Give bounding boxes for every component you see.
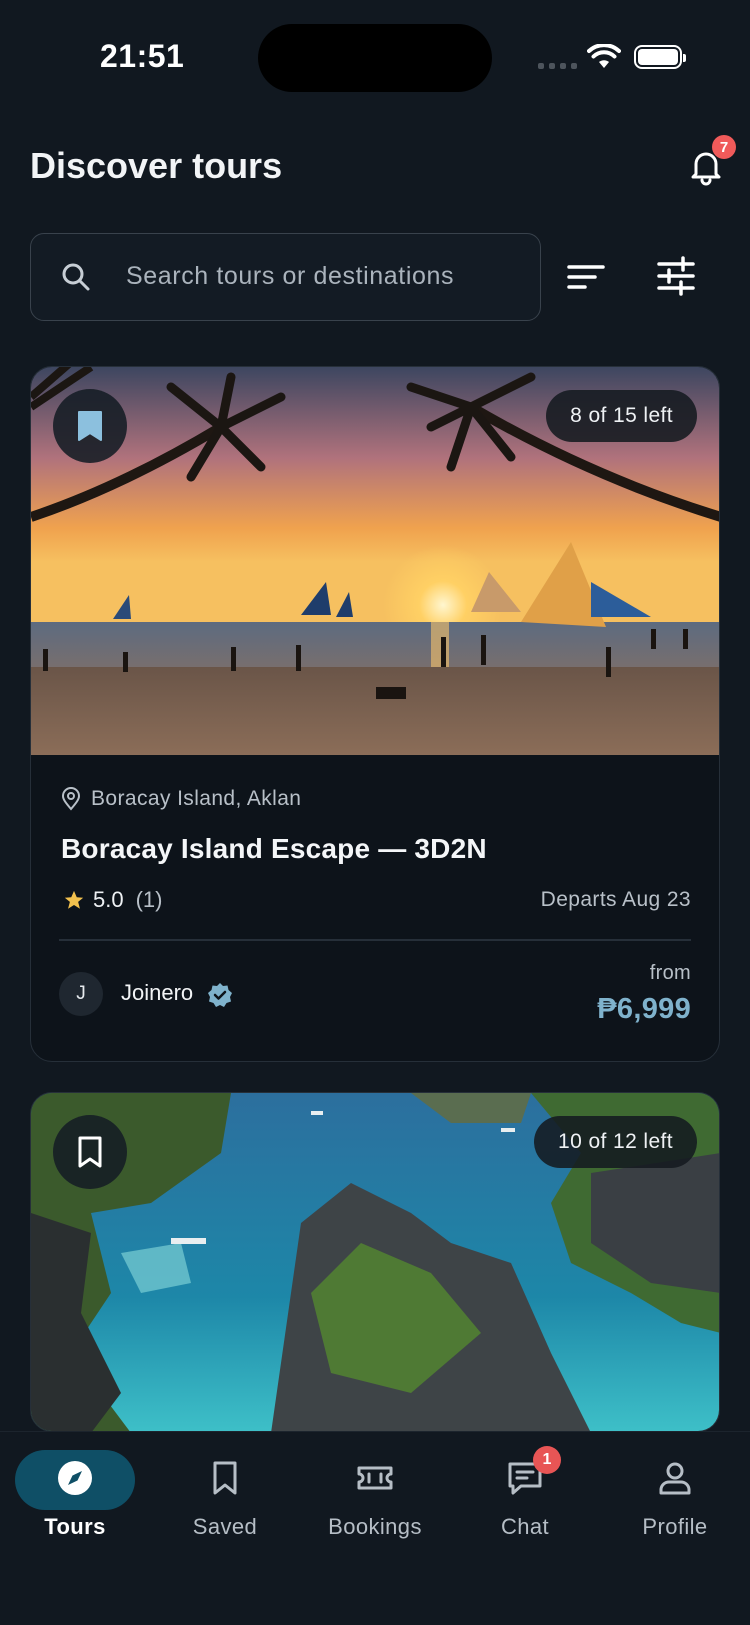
nav-tab-bookings[interactable]: Bookings [300,1432,450,1552]
divider [59,939,691,941]
notification-badge: 7 [712,135,736,159]
bookmark-filled-icon [78,411,102,441]
nav-label-profile: Profile [642,1514,708,1539]
nav-tab-chat[interactable]: 1 Chat [450,1432,600,1552]
seats-left-badge: 8 of 15 left [546,390,697,442]
nav-label-saved: Saved [192,1514,258,1539]
departure-date: Departs Aug 23 [540,888,691,911]
nav-label-tours: Tours [44,1514,106,1539]
star-icon [64,890,84,909]
tour-location-text: Boracay Island, Aklan [91,787,302,810]
nav-tab-profile[interactable]: Profile [600,1432,750,1552]
bottom-navigation: Tours Saved Bookings 1 Chat Profile [0,1431,750,1625]
save-tour-button[interactable] [53,1115,127,1189]
nav-tab-saved[interactable]: Saved [150,1432,300,1552]
search-icon [62,263,90,291]
status-time: 21:51 [100,38,185,74]
nav-label-chat: Chat [500,1514,550,1539]
host-name[interactable]: Joinero [121,980,193,1006]
battery-icon [634,45,686,69]
chat-unread-badge: 1 [533,1446,561,1474]
tour-card[interactable]: 10 of 12 left [30,1092,720,1432]
save-tour-button[interactable] [53,389,127,463]
bookmark-icon [213,1461,237,1495]
page-title: Discover tours [30,145,283,186]
filter-sliders-icon[interactable] [655,255,697,297]
person-icon [659,1462,691,1495]
search-bar[interactable] [30,233,541,321]
sort-icon[interactable] [565,257,607,297]
location-pin-icon [61,787,81,811]
search-input[interactable] [126,234,526,319]
wifi-icon [587,44,621,68]
compass-icon [58,1461,92,1495]
tour-card[interactable]: 8 of 15 left Boracay Island, Aklan Borac… [30,366,720,1062]
seats-left-badge: 10 of 12 left [534,1116,697,1168]
ticket-icon [357,1466,393,1490]
host-avatar[interactable]: J [59,972,103,1016]
dynamic-island [258,24,492,92]
tour-title[interactable]: Boracay Island Escape — 3D2N [61,833,487,865]
rating-value: 5.0 [93,887,124,912]
verified-badge-icon [208,983,232,1007]
price-from-label: from [649,962,691,984]
bookmark-outline-icon [78,1136,102,1168]
nav-label-bookings: Bookings [328,1514,422,1539]
tour-card-body: Boracay Island, Aklan Boracay Island Esc… [31,755,719,1061]
tour-location: Boracay Island, Aklan [61,787,301,811]
tour-price: ₱6,999 [597,993,691,1025]
rating-count: (1) [135,887,163,912]
status-bar: 21:51 [0,0,750,110]
cellular-signal-icon [538,63,577,69]
tour-rating: 5.0 (1) [63,887,162,913]
nav-tab-tours[interactable]: Tours [0,1432,150,1552]
